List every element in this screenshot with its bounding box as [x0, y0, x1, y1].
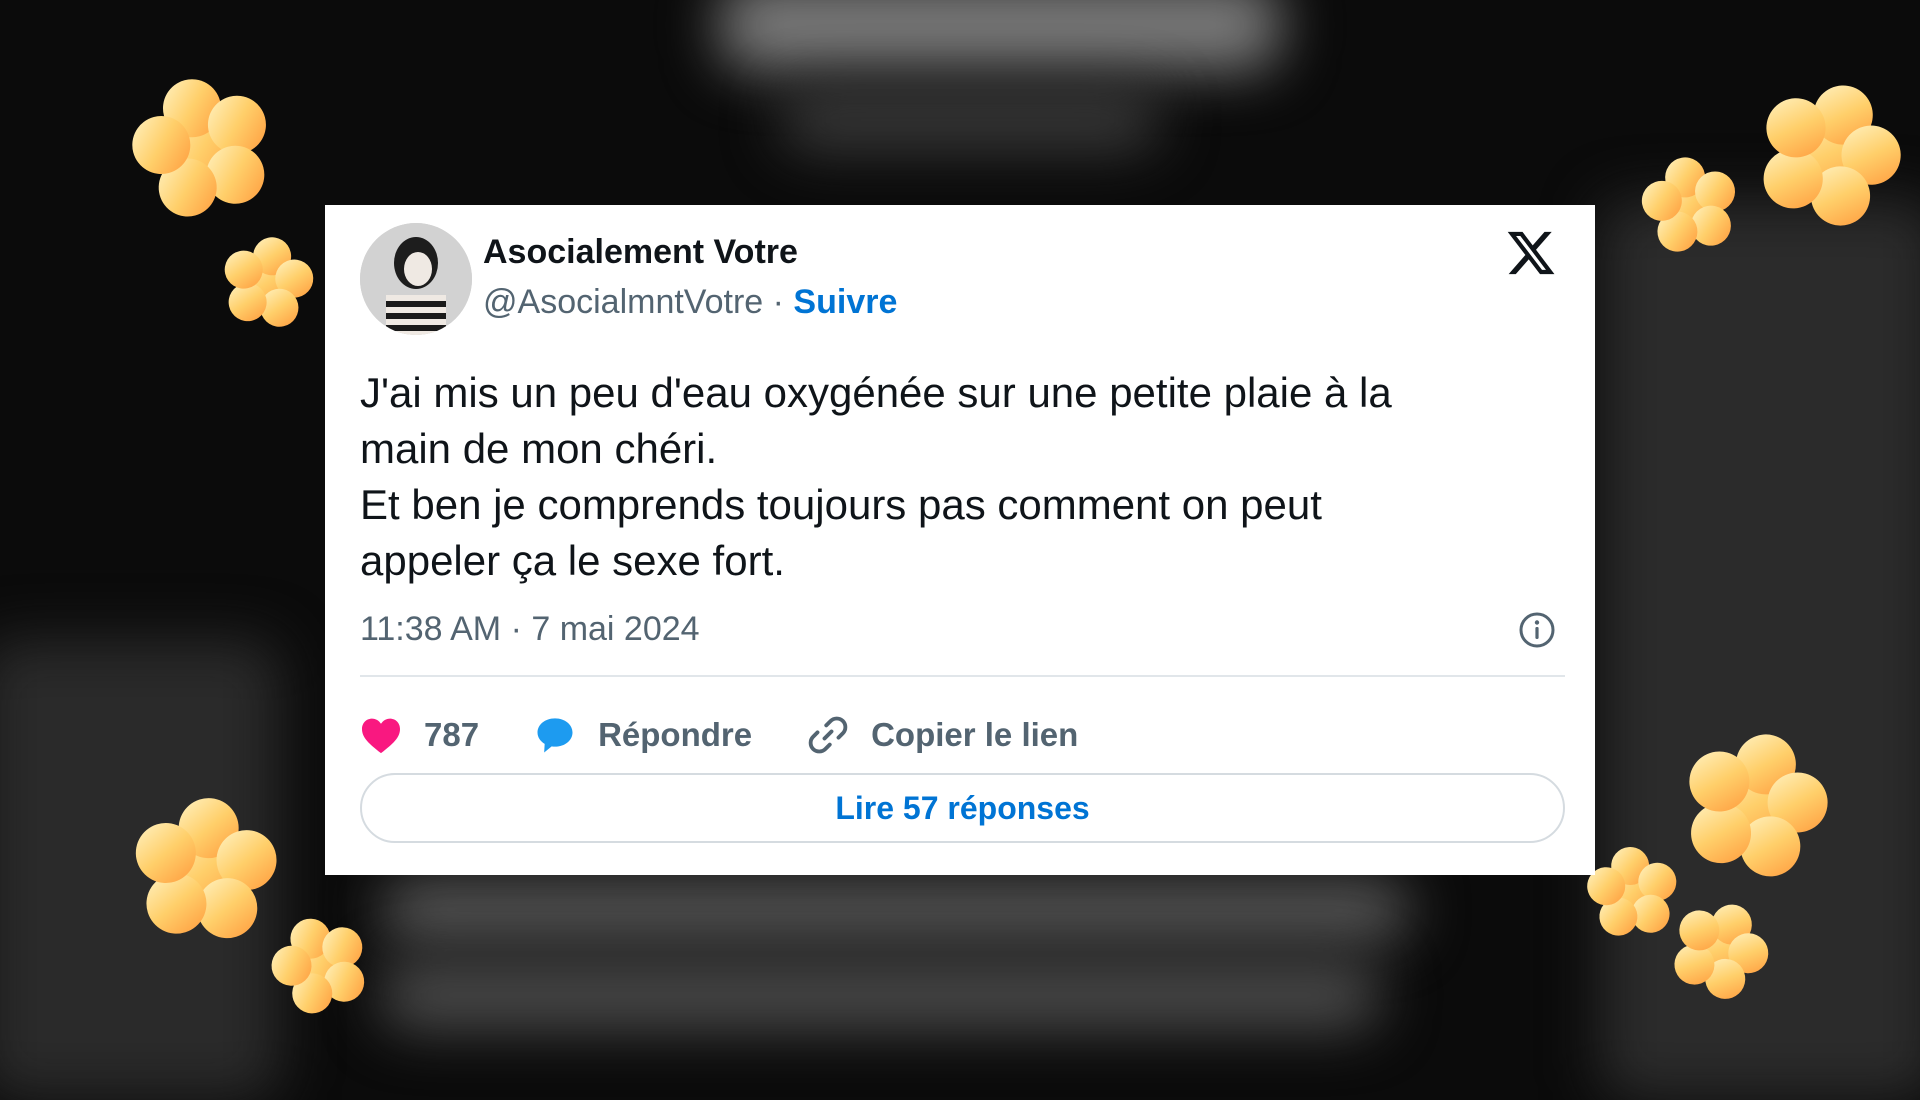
- like-count: 787: [424, 716, 480, 753]
- tweet-card: Asocialement Votre @AsocialmntVotre · Su…: [325, 205, 1595, 875]
- tweet-actions: 787 Répondre Copier le lien: [360, 705, 1133, 765]
- heart-icon: [362, 718, 400, 754]
- copy-link-button[interactable]: Copier le lien: [807, 714, 1078, 756]
- tweet-timestamp[interactable]: 11:38 AM · 7 mai 2024: [360, 610, 700, 649]
- tweet-text: J'ai mis un peu d'eau oxygénée sur une p…: [360, 369, 1392, 584]
- flower-icon: [1584, 843, 1681, 939]
- link-icon: [808, 716, 848, 754]
- speech-bubble-icon: [537, 718, 573, 753]
- avatar[interactable]: [360, 223, 472, 335]
- divider: [360, 675, 1565, 677]
- background-blur-top: [720, 0, 1280, 70]
- author-name[interactable]: Asocialement Votre: [483, 233, 798, 272]
- reply-label: Répondre: [598, 716, 753, 753]
- copy-link-label: Copier le lien: [871, 716, 1079, 753]
- flower-icon: [1635, 149, 1744, 257]
- background-blur-bottom: [380, 880, 1410, 940]
- handle-line: @AsocialmntVotre · Suivre: [483, 283, 897, 322]
- like-button[interactable]: 787: [360, 716, 479, 754]
- follow-button[interactable]: Suivre: [793, 283, 897, 321]
- x-logo-icon[interactable]: [1505, 227, 1557, 279]
- info-icon[interactable]: [1517, 610, 1557, 650]
- flower-icon: [118, 62, 285, 227]
- author-handle[interactable]: @AsocialmntVotre: [483, 283, 763, 321]
- reply-button[interactable]: Répondre: [534, 715, 752, 755]
- background-blur-bottom2: [380, 960, 1380, 1030]
- flower-icon: [129, 792, 282, 942]
- separator-dot: ·: [772, 283, 784, 321]
- read-replies-button[interactable]: Lire 57 réponses: [360, 773, 1565, 843]
- flower-icon: [216, 229, 320, 332]
- background-blur-top2: [780, 90, 1160, 150]
